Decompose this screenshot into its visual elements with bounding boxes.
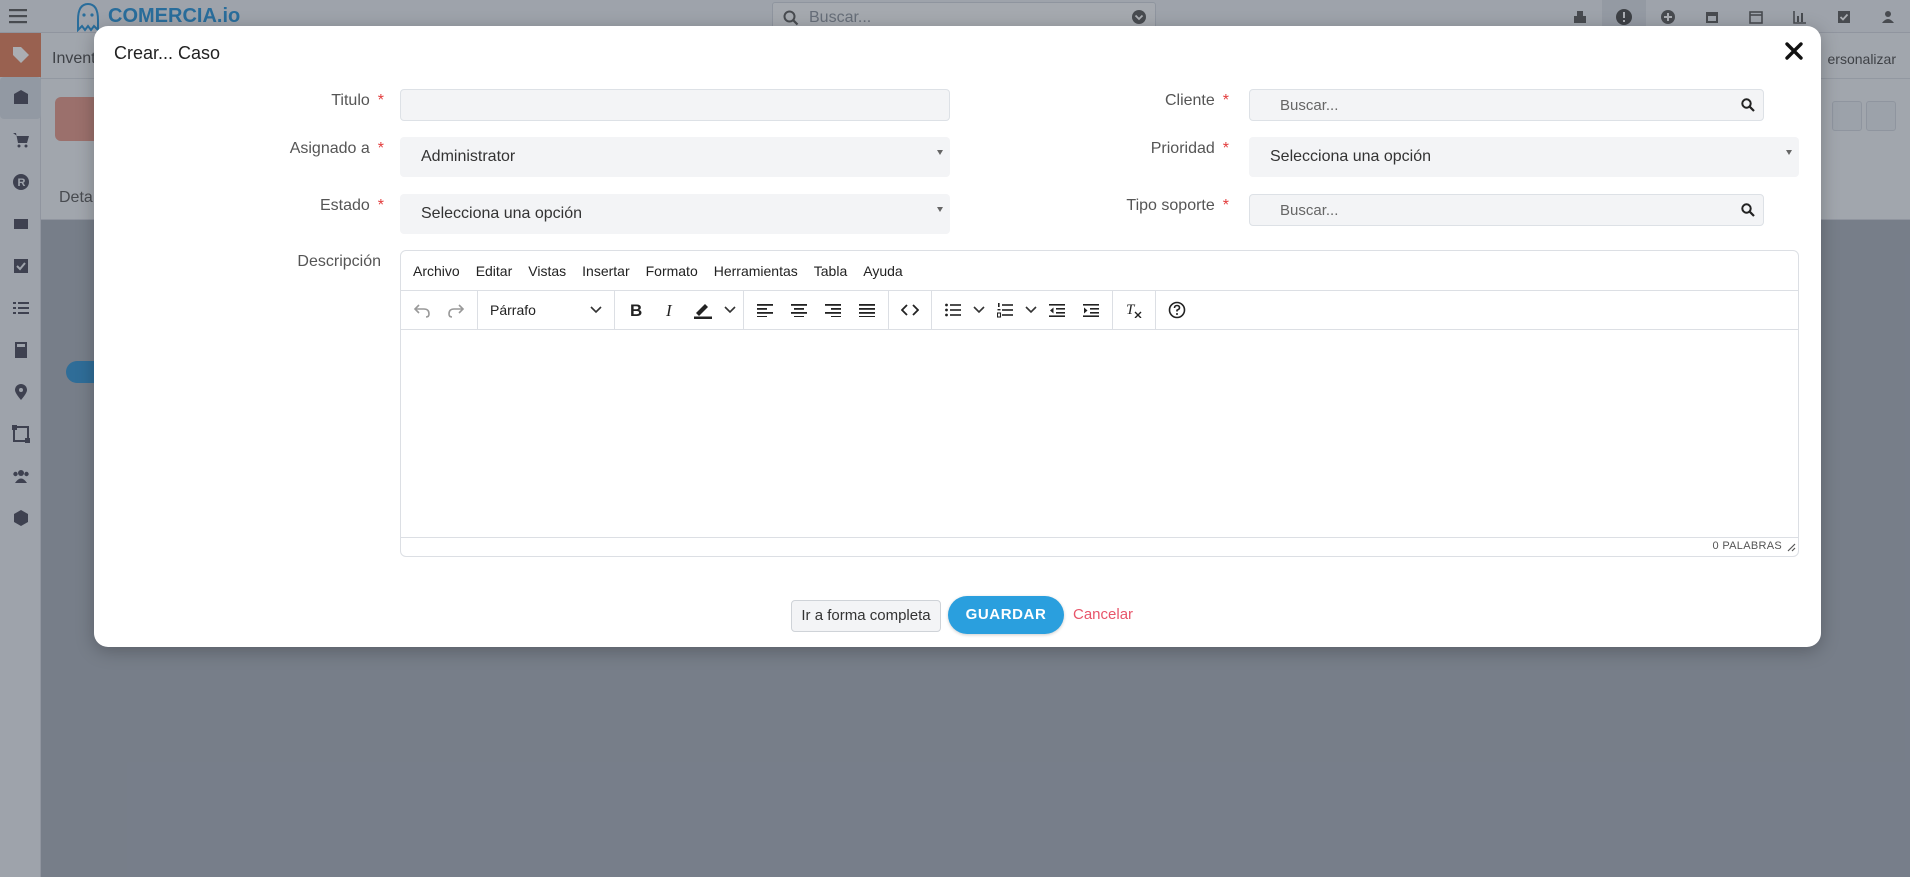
menu-vistas[interactable]: Vistas (528, 263, 566, 279)
editor-toolbar: Párrafo B I T (401, 290, 1798, 330)
descripcion-label: Descripción (297, 253, 381, 270)
text-style-group: B I (615, 291, 744, 329)
menu-insertar[interactable]: Insertar (582, 263, 629, 279)
tipo-soporte-placeholder: Buscar... (1280, 202, 1339, 219)
chevron-down-icon[interactable] (970, 295, 988, 325)
caret-down-icon (937, 150, 943, 155)
svg-text:B: B (630, 302, 642, 318)
menu-ayuda[interactable]: Ayuda (863, 263, 902, 279)
bold-icon[interactable]: B (619, 295, 653, 325)
block-format-group: Párrafo (478, 291, 615, 329)
asignado-value: Administrator (421, 148, 516, 165)
prioridad-label: Prioridad * (1150, 140, 1229, 157)
save-button[interactable]: GUARDAR (948, 596, 1064, 634)
titulo-label: Titulo * (331, 92, 384, 109)
indent-icon[interactable] (1074, 295, 1108, 325)
tipo-soporte-search[interactable]: Buscar... (1249, 194, 1764, 226)
chevron-down-icon[interactable] (721, 295, 739, 325)
cliente-label: Cliente * (1164, 92, 1229, 109)
cancel-button[interactable]: Cancelar (1073, 606, 1133, 623)
editor-menubar: Archivo Editar Vistas Insertar Formato H… (401, 251, 1798, 290)
close-icon[interactable] (1783, 40, 1805, 62)
undo-icon[interactable] (405, 295, 439, 325)
clear-formatting-icon[interactable]: T (1117, 295, 1151, 325)
bullet-list-icon[interactable] (936, 295, 970, 325)
svg-text:I: I (665, 302, 673, 318)
code-icon[interactable] (893, 295, 927, 325)
block-format-value: Párrafo (490, 302, 536, 318)
editor-statusbar: 0 PALABRAS (401, 537, 1798, 556)
search-icon[interactable] (1741, 98, 1755, 112)
description-editor: Archivo Editar Vistas Insertar Formato H… (400, 250, 1799, 557)
caret-down-icon (1786, 150, 1792, 155)
list-group (932, 291, 1113, 329)
menu-archivo[interactable]: Archivo (413, 263, 460, 279)
prioridad-select[interactable]: Selecciona una opción (1249, 137, 1799, 177)
block-format-select[interactable]: Párrafo (482, 295, 610, 325)
help-group (1156, 291, 1198, 329)
estado-value: Selecciona una opción (421, 205, 583, 222)
clear-format-group: T (1113, 291, 1156, 329)
menu-tabla[interactable]: Tabla (814, 263, 847, 279)
titulo-input[interactable] (400, 89, 950, 121)
align-center-icon[interactable] (782, 295, 816, 325)
code-group (889, 291, 932, 329)
italic-icon[interactable]: I (653, 295, 687, 325)
menu-editar[interactable]: Editar (476, 263, 513, 279)
caret-down-icon (937, 207, 943, 212)
prioridad-value: Selecciona una opción (1270, 148, 1432, 165)
editor-content-area[interactable] (401, 330, 1798, 533)
modal-title: Crear... Caso (114, 43, 221, 63)
search-icon[interactable] (1741, 203, 1755, 217)
estado-select[interactable]: Selecciona una opción (400, 194, 950, 234)
redo-icon[interactable] (439, 295, 473, 325)
menu-herramientas[interactable]: Herramientas (714, 263, 798, 279)
outdent-icon[interactable] (1040, 295, 1074, 325)
chevron-down-icon (590, 306, 602, 314)
align-right-icon[interactable] (816, 295, 850, 325)
chevron-down-icon[interactable] (1022, 295, 1040, 325)
history-group (401, 291, 478, 329)
asignado-label: Asignado a * (289, 140, 384, 157)
full-form-button[interactable]: Ir a forma completa (791, 600, 941, 632)
estado-label: Estado * (319, 197, 384, 214)
highlight-icon[interactable] (687, 295, 721, 325)
create-case-modal: Crear... Caso Titulo * Asignado a * Admini… (94, 26, 1821, 647)
align-justify-icon[interactable] (850, 295, 884, 325)
align-group (744, 291, 889, 329)
resize-handle-icon[interactable] (1786, 542, 1796, 552)
cliente-placeholder: Buscar... (1280, 97, 1339, 114)
asignado-select[interactable]: Administrator (400, 137, 950, 177)
word-count: 0 PALABRAS (1712, 540, 1782, 552)
svg-text:T: T (1126, 302, 1136, 318)
tipo-soporte-label: Tipo soporte * (1126, 197, 1229, 214)
numbered-list-icon[interactable] (988, 295, 1022, 325)
help-icon[interactable] (1160, 295, 1194, 325)
align-left-icon[interactable] (748, 295, 782, 325)
menu-formato[interactable]: Formato (646, 263, 698, 279)
cliente-search[interactable]: Buscar... (1249, 89, 1764, 121)
